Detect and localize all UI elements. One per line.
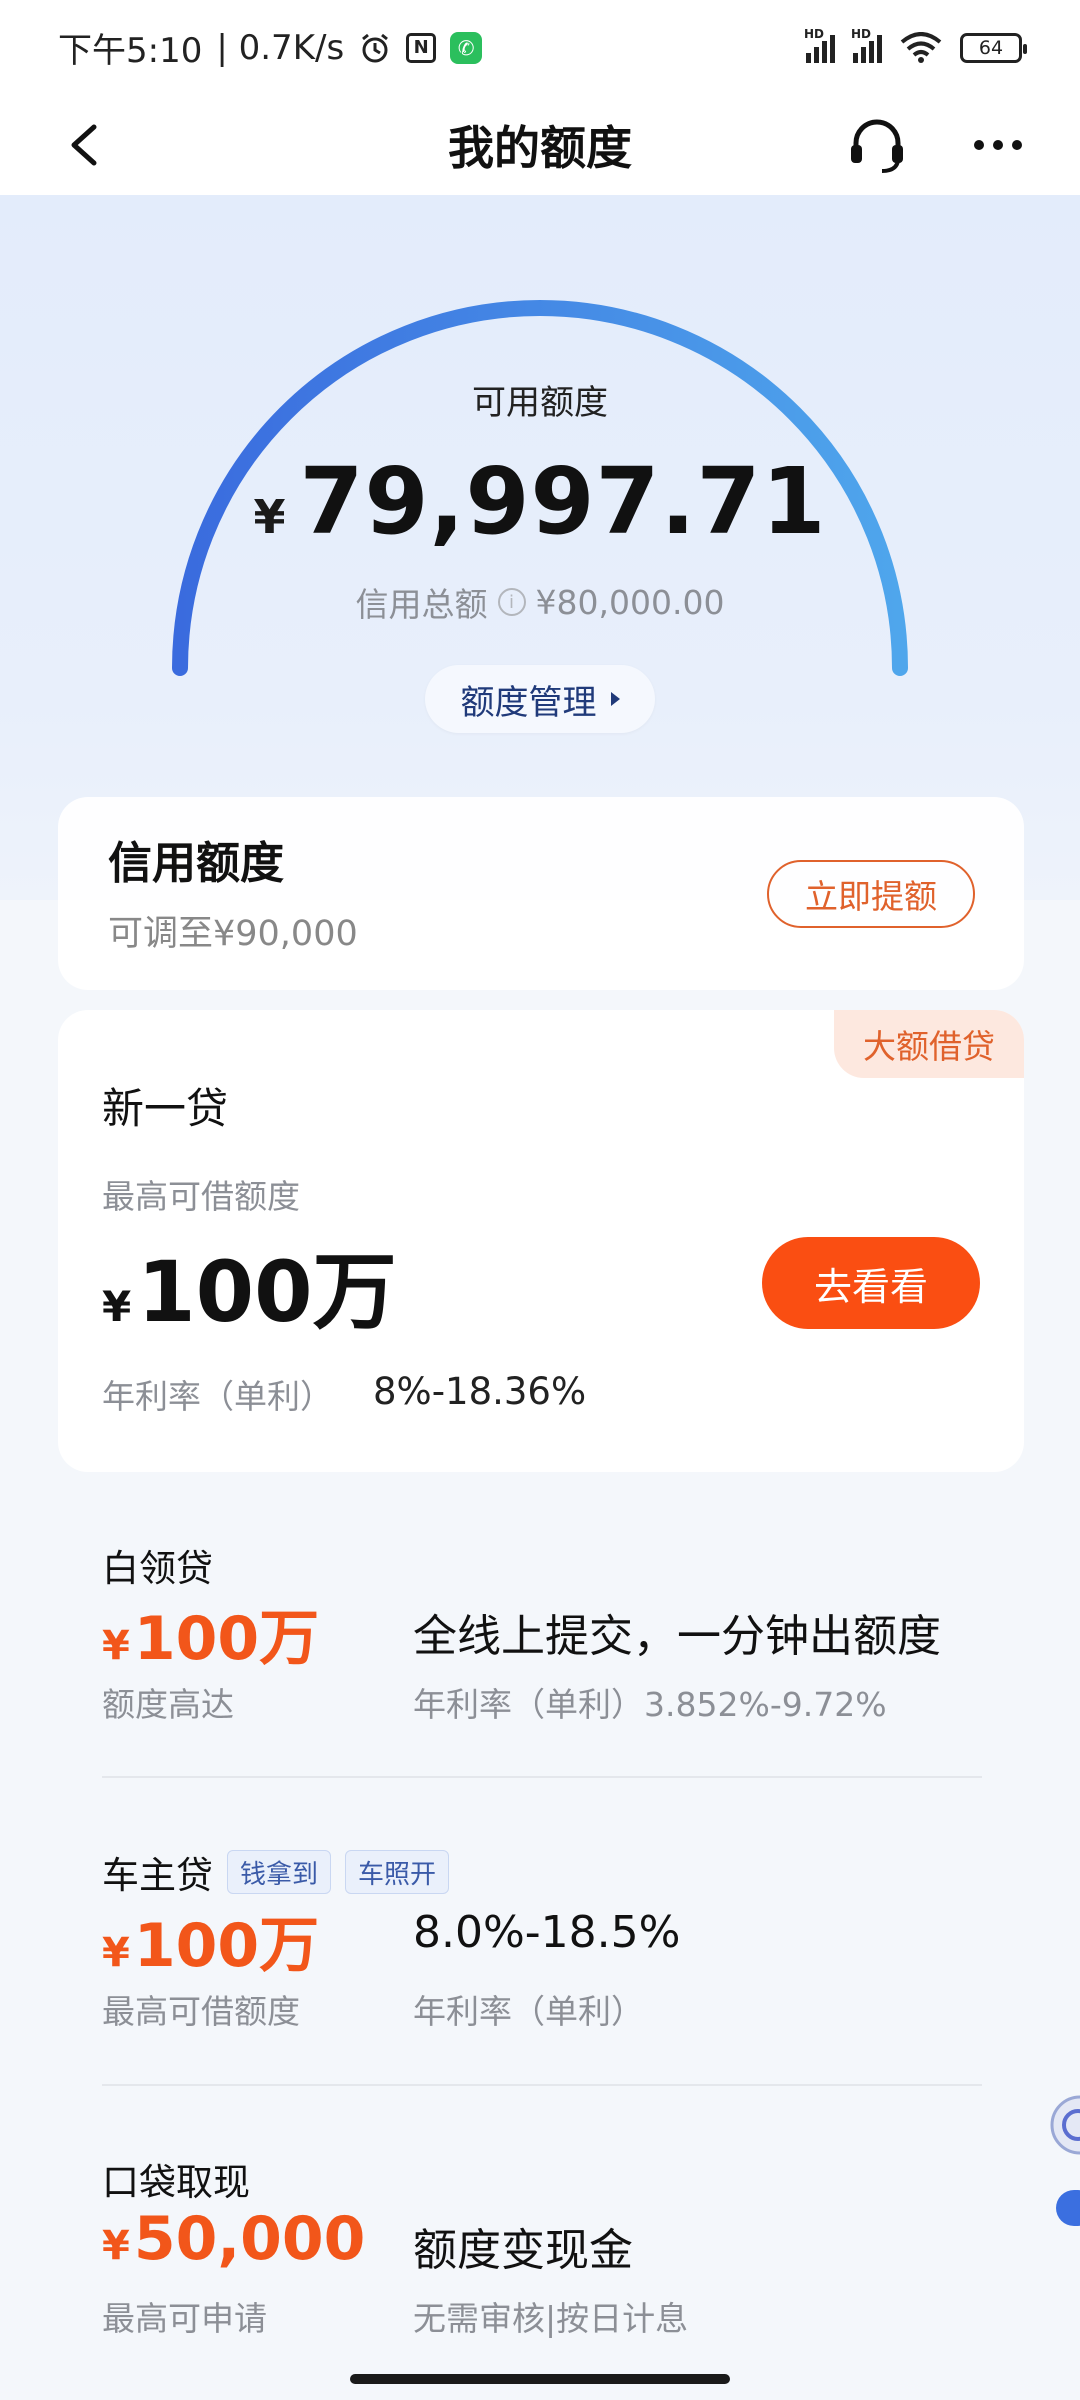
divider bbox=[102, 1776, 982, 1778]
phone-app-icon: ✆ bbox=[450, 31, 483, 64]
info-icon[interactable]: i bbox=[497, 588, 526, 616]
wifi-icon bbox=[900, 31, 942, 64]
more-button[interactable] bbox=[968, 115, 1028, 175]
currency-symbol: ¥ bbox=[253, 490, 286, 544]
product-rate: 年利率（单利） bbox=[413, 1992, 644, 2031]
product-desc: 全线上提交，一分钟出额度 bbox=[413, 1611, 941, 1662]
product-amount-sub: 额度高达 bbox=[102, 1685, 234, 1724]
assistant-float-icon[interactable] bbox=[1048, 2080, 1080, 2240]
signal-2-icon: HD bbox=[851, 27, 882, 63]
product-desc: 额度变现金 bbox=[413, 2225, 633, 2276]
featured-loan-amount: ¥ 100万 bbox=[102, 1225, 397, 1346]
product-title-text: 车主贷 bbox=[102, 1854, 213, 1897]
available-quota-value: 79,997.71 bbox=[299, 448, 827, 555]
product-tag: 车照开 bbox=[345, 1850, 450, 1894]
nfc-icon: N bbox=[406, 32, 437, 63]
go-see-button[interactable]: 去看看 bbox=[762, 1237, 980, 1329]
product-rate: 年利率（单利）3.852%-9.72% bbox=[413, 1685, 887, 1724]
currency-symbol: ¥ bbox=[102, 1623, 130, 1669]
credit-quota-card: 信用额度 可调至¥90,000 立即提额 bbox=[58, 797, 1024, 990]
chevron-left-icon bbox=[71, 124, 97, 166]
credit-quota-title: 信用额度 bbox=[108, 838, 284, 889]
product-amount-value: 100万 bbox=[133, 1604, 320, 1674]
available-quota-label: 可用额度 bbox=[472, 383, 608, 423]
currency-symbol: ¥ bbox=[102, 1282, 132, 1331]
credit-quota-sub: 可调至¥90,000 bbox=[108, 914, 358, 954]
status-right: HD HD 64 bbox=[804, 27, 1027, 64]
total-credit-value: ¥80,000.00 bbox=[535, 582, 725, 622]
product-title: 口袋取现 bbox=[102, 2152, 250, 2206]
featured-loan-sub: 最高可借额度 bbox=[102, 1177, 300, 1216]
nav-bar: 我的额度 bbox=[0, 95, 1080, 195]
product-desc: 8.0%-18.5% bbox=[413, 1907, 681, 1958]
status-left: 下午5:10 | 0.7K/s N ✆ bbox=[58, 23, 483, 72]
product-title: 车主贷 钱拿到 车照开 bbox=[102, 1845, 450, 1899]
product-title-text: 白领贷 bbox=[102, 1547, 213, 1590]
product-rate: 无需审核|按日计息 bbox=[413, 2299, 689, 2338]
customer-service-button[interactable] bbox=[846, 115, 908, 177]
product-tag: 钱拿到 bbox=[227, 1850, 332, 1894]
alarm-icon bbox=[358, 31, 392, 65]
total-credit-line: 信用总额 i ¥80,000.00 bbox=[0, 578, 1080, 626]
product-amount-value: 50,000 bbox=[133, 2204, 366, 2274]
back-button[interactable] bbox=[56, 117, 112, 173]
quota-manage-button[interactable]: 额度管理 bbox=[425, 665, 655, 733]
product-amount: ¥ 50,000 bbox=[102, 2204, 365, 2274]
featured-loan-title: 新一贷 bbox=[102, 1084, 229, 1133]
headset-icon bbox=[851, 119, 903, 173]
signal-1-icon: HD bbox=[804, 27, 835, 63]
currency-symbol: ¥ bbox=[102, 2223, 130, 2269]
battery-icon: 64 bbox=[960, 32, 1027, 63]
product-item-koudai-quxian[interactable]: 口袋取现 ¥ 50,000 最高可申请 额度变现金 无需审核|按日计息 bbox=[102, 2152, 982, 2352]
triangle-right-icon bbox=[610, 692, 620, 706]
currency-symbol: ¥ bbox=[102, 1930, 130, 1976]
featured-loan-card[interactable]: 大额借贷 新一贷 最高可借额度 ¥ 100万 年利率（单利） 8%-18.36%… bbox=[58, 1010, 1024, 1472]
product-item-chezhudai[interactable]: 车主贷 钱拿到 车照开 ¥ 100万 最高可借额度 8.0%-18.5% 年利率… bbox=[102, 1845, 982, 2045]
featured-loan-amount-value: 100万 bbox=[137, 1243, 397, 1341]
home-indicator bbox=[350, 2374, 730, 2384]
page-title: 我的额度 bbox=[448, 121, 632, 175]
product-amount: ¥ 100万 bbox=[102, 1897, 319, 1984]
product-title-text: 口袋取现 bbox=[102, 2161, 250, 2204]
product-amount-value: 100万 bbox=[133, 1911, 320, 1981]
divider bbox=[102, 2084, 982, 2086]
product-title: 白领贷 bbox=[102, 1538, 213, 1592]
featured-loan-rate: 8%-18.36% bbox=[373, 1370, 587, 1413]
product-amount-sub: 最高可申请 bbox=[102, 2299, 267, 2338]
raise-quota-button[interactable]: 立即提额 bbox=[767, 860, 975, 928]
total-credit-label: 信用总额 bbox=[355, 585, 488, 624]
large-loan-badge: 大额借贷 bbox=[834, 1010, 1024, 1078]
available-quota-amount: ¥ 79,997.71 bbox=[0, 448, 1080, 555]
quota-manage-label: 额度管理 bbox=[460, 682, 597, 723]
status-net-speed: | 0.7K/s bbox=[216, 27, 345, 68]
featured-loan-rate-label: 年利率（单利） bbox=[102, 1377, 333, 1416]
status-time: 下午5:10 bbox=[58, 31, 203, 71]
more-dots-icon bbox=[974, 140, 1022, 150]
product-amount: ¥ 100万 bbox=[102, 1590, 319, 1677]
product-item-bailingdai[interactable]: 白领贷 ¥ 100万 额度高达 全线上提交，一分钟出额度 年利率（单利）3.85… bbox=[102, 1538, 982, 1738]
status-bar: 下午5:10 | 0.7K/s N ✆ HD HD 64 bbox=[0, 0, 1080, 95]
product-amount-sub: 最高可借额度 bbox=[102, 1992, 300, 2031]
